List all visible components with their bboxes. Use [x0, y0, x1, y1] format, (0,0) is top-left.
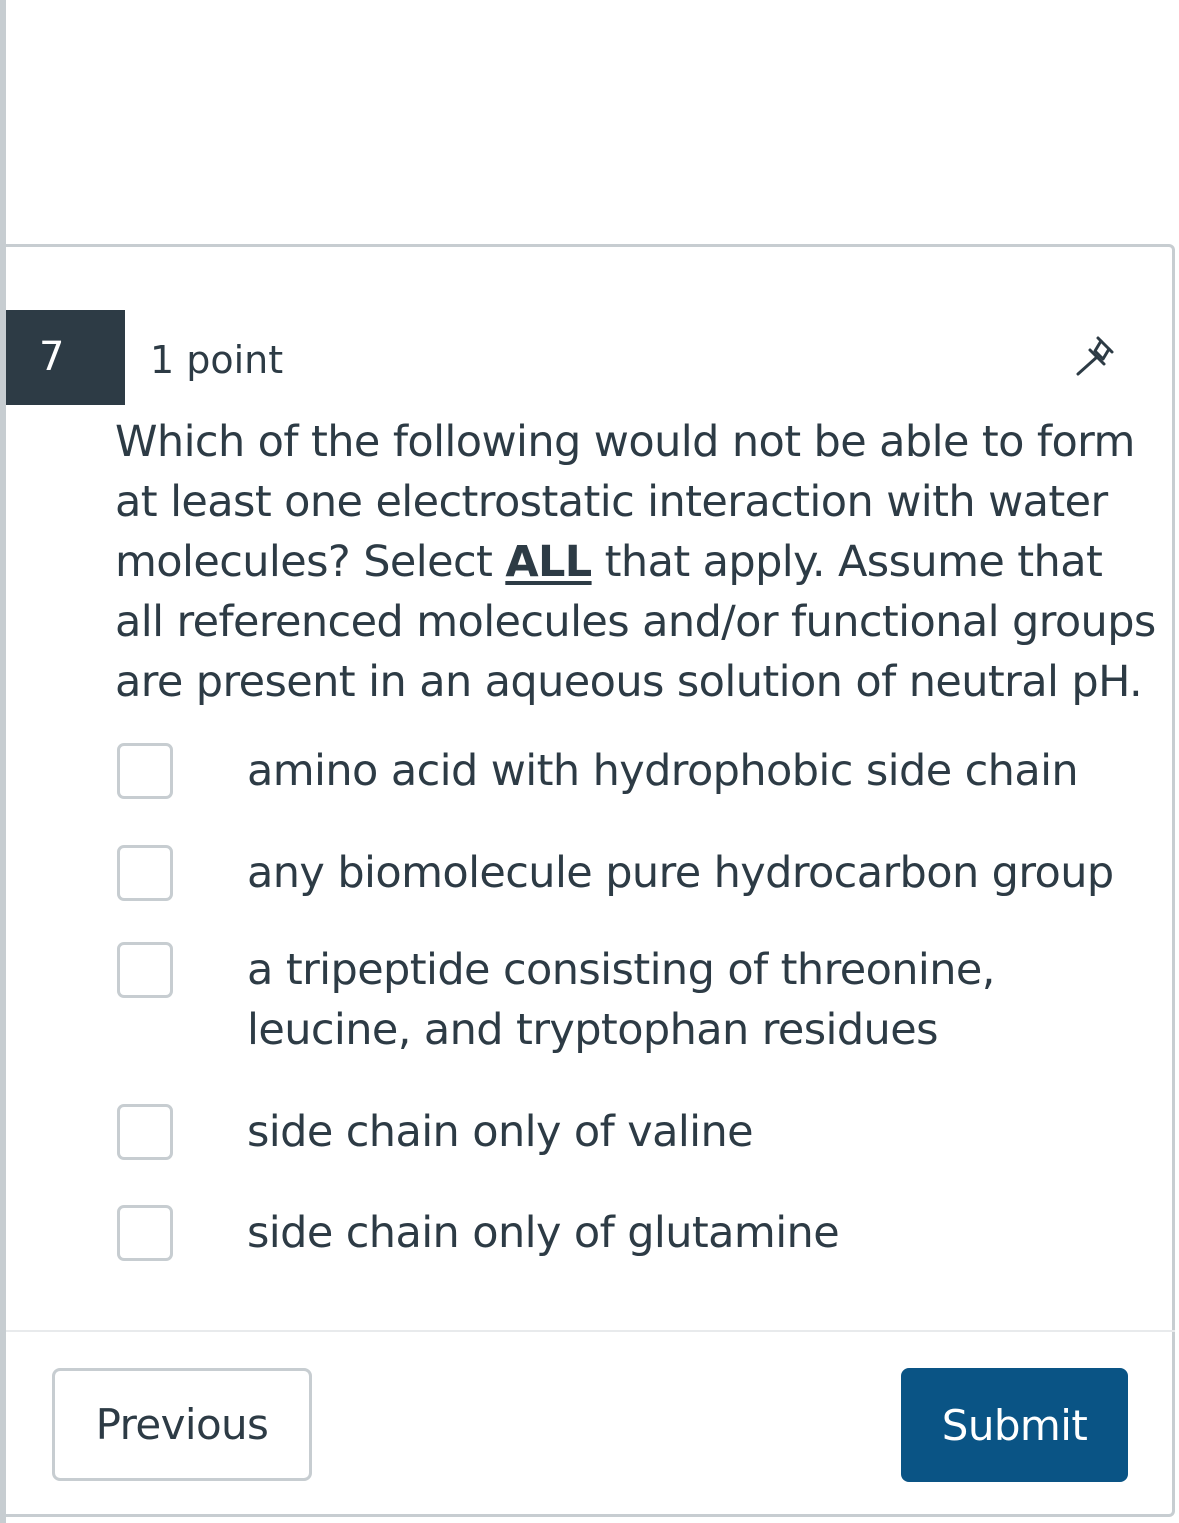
answer-checkbox[interactable]: [117, 942, 173, 998]
quiz-page: 7 1 point Which of the following would n…: [0, 0, 1179, 1523]
answer-label: a tripeptide consisting of threonine, le…: [247, 945, 995, 1055]
answer-checkbox[interactable]: [117, 1104, 173, 1160]
footer-divider: [6, 1330, 1175, 1332]
question-number-badge: 7: [6, 310, 125, 405]
answer-checkbox[interactable]: [117, 845, 173, 901]
answer-label: amino acid with hydrophobic side chain: [247, 746, 1079, 796]
answer-checkbox[interactable]: [117, 743, 173, 799]
answer-label: any biomolecule pure hydrocarbon group: [247, 848, 1114, 898]
answer-label: side chain only of valine: [247, 1107, 754, 1157]
question-points: 1 point: [150, 338, 284, 382]
previous-button[interactable]: Previous: [52, 1368, 312, 1481]
question-text-emphasis: ALL: [505, 537, 592, 587]
answer-label: side chain only of glutamine: [247, 1208, 840, 1258]
pin-icon[interactable]: [1068, 326, 1124, 382]
question-text: Which of the following would not be able…: [115, 412, 1160, 712]
submit-button[interactable]: Submit: [901, 1368, 1128, 1482]
answer-checkbox[interactable]: [117, 1205, 173, 1261]
